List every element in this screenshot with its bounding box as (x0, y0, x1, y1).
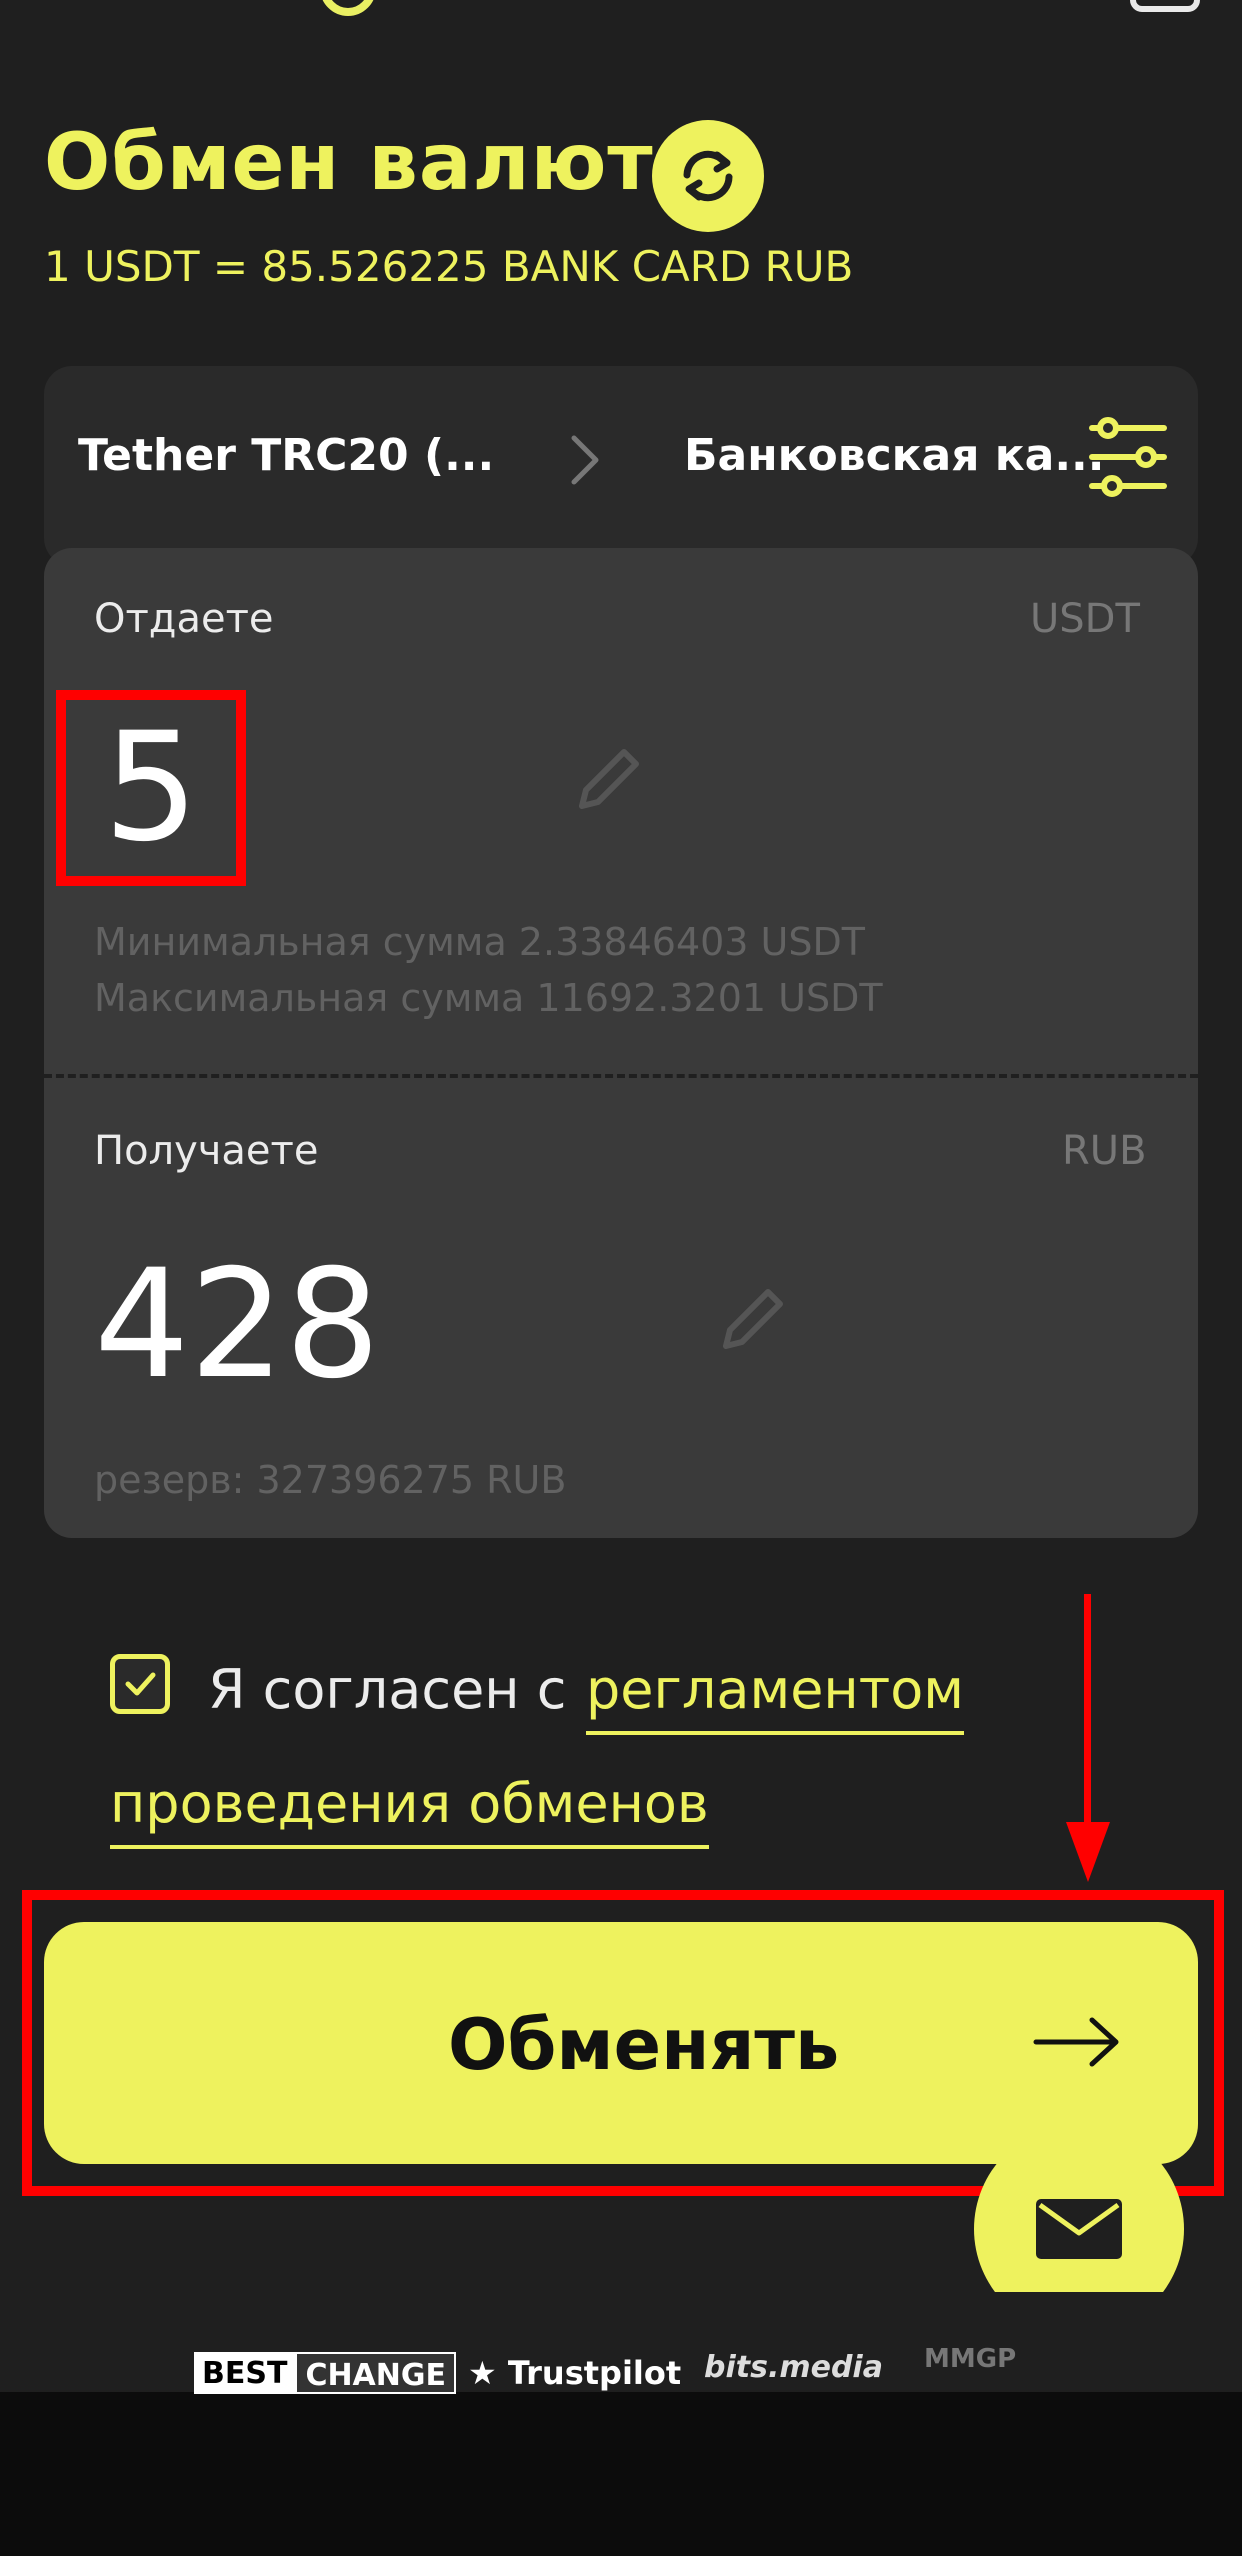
trustpilot-label: Trustpilot (507, 2354, 682, 2392)
bestchange-logo[interactable]: BEST CHANGE (194, 2352, 457, 2394)
reserve-amount: резерв: 327396275 RUB (94, 1458, 567, 1502)
chevron-right-icon (571, 435, 599, 485)
max-amount: Максимальная сумма 11692.3201 USDT (94, 976, 883, 1020)
get-currency: RUB (1062, 1128, 1147, 1174)
mmgp-label: MMGP (924, 2344, 1017, 2374)
swap-currencies-button[interactable] (652, 120, 764, 232)
give-amount-input[interactable]: 5 (56, 690, 246, 886)
logo-mark-icon (320, 0, 376, 16)
pencil-icon[interactable] (568, 740, 648, 820)
min-amount: Минимальная сумма 2.33846403 USDT (94, 920, 865, 964)
bitsmedia-logo[interactable]: bits.media (704, 2350, 883, 2385)
dashed-divider (44, 1074, 1198, 1078)
pencil-icon[interactable] (712, 1280, 792, 1360)
page-title: Обмен валют (44, 118, 654, 208)
refresh-icon (683, 150, 733, 202)
give-currency: USDT (1030, 596, 1140, 642)
to-currency-select[interactable]: Банковская ка... (684, 430, 1104, 481)
exchange-rate: 1 USDT = 85.526225 BANK CARD RUB (44, 242, 854, 291)
agree-checkbox[interactable] (110, 1654, 170, 1714)
bitsmedia-label: bits.media (704, 2350, 883, 2385)
from-currency-select[interactable]: Tether TRC20 (... (78, 430, 494, 481)
header-logo[interactable] (320, 0, 880, 20)
get-label: Получаете (94, 1128, 319, 1174)
mmgp-logo[interactable]: MMGP (924, 2344, 1016, 2374)
rules-link-continued[interactable]: проведения обменов (110, 1772, 709, 1849)
mail-icon (1036, 2199, 1122, 2259)
bestchange-logo-part1: BEST (194, 2352, 296, 2394)
menu-icon[interactable] (1130, 0, 1200, 12)
give-label: Отдаете (94, 596, 274, 642)
bestchange-logo-part2: CHANGE (295, 2352, 457, 2394)
rules-link[interactable]: регламентом (586, 1658, 964, 1735)
check-icon (125, 1672, 156, 1696)
filter-icon[interactable] (1086, 412, 1170, 502)
star-icon: ★ (468, 2354, 497, 2392)
trustpilot-logo[interactable]: ★ Trustpilot (468, 2354, 681, 2392)
get-amount-input[interactable]: 428 (94, 1250, 380, 1400)
give-amount-value: 5 (103, 701, 199, 875)
annotation-arrow (1084, 1594, 1091, 1834)
agree-text: Я согласен с (208, 1658, 567, 1721)
annotation-arrow-head (1066, 1822, 1110, 1882)
